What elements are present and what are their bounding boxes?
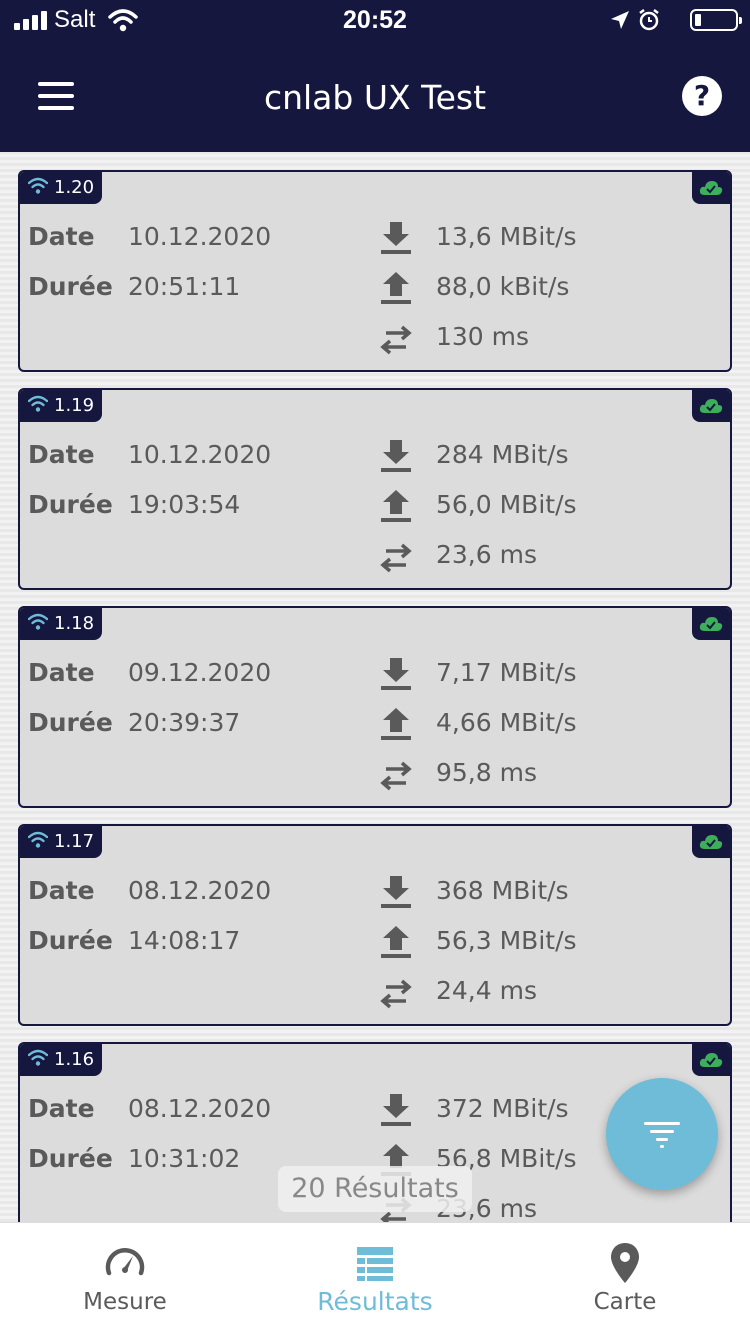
date-value: 10.12.2020: [128, 222, 272, 251]
tab-results-label: Résultats: [317, 1287, 433, 1316]
battery-icon: [690, 9, 742, 31]
download-icon: [381, 440, 411, 472]
download-icon: [381, 1094, 411, 1126]
upload-icon: [381, 926, 411, 958]
result-card[interactable]: 1.18 Date 09.12.2020 Durée 20:39:37 7,17…: [18, 606, 732, 808]
duration-value: 20:39:37: [128, 708, 241, 737]
ping-arrows-icon: [380, 761, 412, 791]
duration-value: 20:51:11: [128, 272, 241, 301]
cloud-check-icon: [692, 826, 730, 858]
wifi-icon: [28, 177, 48, 194]
wifi-icon: [28, 395, 48, 412]
upload-speed: 88,0 kBit/s: [436, 272, 570, 301]
filter-icon: [644, 1122, 680, 1125]
location-arrow-icon: [611, 11, 629, 29]
download-icon: [381, 658, 411, 690]
duration-value: 19:03:54: [128, 490, 241, 519]
duration-label: Durée: [28, 490, 113, 519]
version-number: 1.19: [54, 395, 95, 416]
cloud-check-icon: [692, 608, 730, 640]
version-number: 1.16: [54, 1049, 95, 1070]
alarm-icon: [639, 9, 659, 31]
version-tag: 1.20: [20, 172, 102, 204]
wifi-icon: [28, 831, 48, 848]
wifi-icon: [28, 1049, 48, 1066]
upload-speed: 56,0 MBit/s: [436, 490, 577, 519]
tab-measure-label: Mesure: [83, 1289, 167, 1315]
app-header: cnlab UX Test ?: [0, 40, 750, 152]
version-tag: 1.16: [20, 1044, 102, 1076]
upload-speed: 4,66 MBit/s: [436, 708, 577, 737]
duration-label: Durée: [28, 1144, 113, 1173]
version-number: 1.17: [54, 831, 95, 852]
download-speed: 13,6 MBit/s: [436, 222, 577, 251]
page-title: cnlab UX Test: [263, 78, 487, 117]
cloud-check-icon: [692, 172, 730, 204]
date-value: 08.12.2020: [128, 876, 272, 905]
tab-results[interactable]: Résultats: [250, 1223, 500, 1334]
help-icon[interactable]: ?: [682, 76, 722, 116]
result-card[interactable]: 1.20 Date 10.12.2020 Durée 20:51:11 13,6…: [18, 170, 732, 372]
date-label: Date: [28, 440, 95, 469]
download-speed: 284 MBit/s: [436, 440, 569, 469]
ping-arrows-icon: [380, 543, 412, 573]
upload-icon: [381, 272, 411, 304]
result-card[interactable]: 1.19 Date 10.12.2020 Durée 19:03:54 284 …: [18, 388, 732, 590]
version-tag: 1.17: [20, 826, 102, 858]
upload-icon: [381, 490, 411, 522]
ping-arrows-icon: [380, 325, 412, 355]
date-label: Date: [28, 222, 95, 251]
duration-label: Durée: [28, 272, 113, 301]
ping-latency: 24,4 ms: [436, 976, 537, 1005]
tab-measure[interactable]: Mesure: [0, 1223, 250, 1334]
download-speed: 368 MBit/s: [436, 876, 569, 905]
cloud-check-icon: [692, 1044, 730, 1076]
ping-latency: 95,8 ms: [436, 758, 537, 787]
map-pin-icon: [611, 1243, 639, 1283]
upload-icon: [381, 708, 411, 740]
tab-map-label: Carte: [593, 1289, 657, 1315]
date-value: 08.12.2020: [128, 1094, 272, 1123]
result-card[interactable]: 1.17 Date 08.12.2020 Durée 14:08:17 368 …: [18, 824, 732, 1026]
upload-speed: 56,3 MBit/s: [436, 926, 577, 955]
download-icon: [381, 876, 411, 908]
version-tag: 1.18: [20, 608, 102, 640]
tab-map[interactable]: Carte: [500, 1223, 750, 1334]
status-bar: Salt 20:52: [0, 0, 750, 40]
bottom-nav: Mesure Résultats Carte: [0, 1222, 750, 1334]
speedometer-icon: [105, 1248, 145, 1276]
filter-button[interactable]: [606, 1078, 718, 1190]
date-label: Date: [28, 876, 95, 905]
version-tag: 1.19: [20, 390, 102, 422]
wifi-icon: [28, 613, 48, 630]
download-speed: 372 MBit/s: [436, 1094, 569, 1123]
ping-latency: 23,6 ms: [436, 540, 537, 569]
duration-value: 10:31:02: [128, 1144, 241, 1173]
date-value: 10.12.2020: [128, 440, 272, 469]
results-list[interactable]: 1.20 Date 10.12.2020 Durée 20:51:11 13,6…: [0, 152, 750, 1222]
duration-label: Durée: [28, 926, 113, 955]
date-label: Date: [28, 1094, 95, 1123]
list-icon: [357, 1247, 393, 1281]
download-icon: [381, 222, 411, 254]
duration-value: 14:08:17: [128, 926, 241, 955]
ping-arrows-icon: [380, 979, 412, 1009]
download-speed: 7,17 MBit/s: [436, 658, 577, 687]
version-number: 1.20: [54, 177, 95, 198]
duration-label: Durée: [28, 708, 113, 737]
version-number: 1.18: [54, 613, 95, 634]
date-value: 09.12.2020: [128, 658, 272, 687]
ping-latency: 130 ms: [436, 322, 530, 351]
results-count: 20 Résultats: [278, 1166, 472, 1212]
cloud-check-icon: [692, 390, 730, 422]
date-label: Date: [28, 658, 95, 687]
